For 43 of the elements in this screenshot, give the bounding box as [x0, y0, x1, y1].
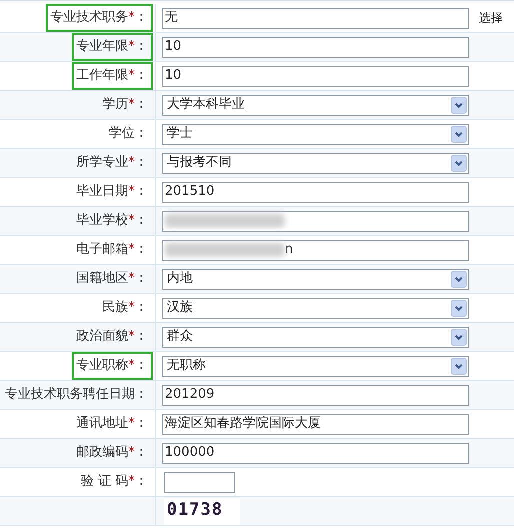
dropdown[interactable]: 大学本科毕业	[162, 94, 469, 116]
dropdown[interactable]: 无职称	[162, 356, 469, 376]
field-label: 工作年限*：	[72, 62, 153, 90]
chevron-down-icon	[451, 154, 467, 172]
field-label: 专业技术职务聘任日期：	[4, 386, 149, 404]
input-field[interactable]: 10	[162, 36, 469, 58]
chevron-down-icon	[451, 270, 467, 288]
field-label: 专业职称*：	[72, 352, 153, 380]
field-label: 毕业学校*：	[76, 212, 149, 230]
field-label: 毕业日期*：	[76, 183, 149, 202]
dropdown[interactable]: 与报考不同	[162, 152, 469, 174]
input-field[interactable]: 201209	[162, 384, 469, 406]
select-link[interactable]: 选择	[479, 9, 503, 27]
input-field[interactable]: 无	[162, 8, 469, 28]
chevron-down-icon	[451, 126, 467, 142]
input-field[interactable]: 海淀区知春路学院国际大厦	[162, 414, 469, 434]
field-label: 专业年限*：	[72, 33, 153, 61]
chevron-down-icon	[451, 328, 467, 346]
dropdown[interactable]: 内地	[162, 268, 469, 290]
dropdown[interactable]: 群众	[162, 326, 469, 348]
input-field[interactable]: n	[162, 240, 469, 260]
chevron-down-icon	[451, 96, 467, 114]
field-label: 政治面貌*：	[76, 328, 149, 346]
field-label: 民族*：	[102, 299, 149, 318]
field-label: 专业技术职务*：	[46, 4, 153, 32]
field-label: 邮政编码*：	[76, 444, 149, 462]
dropdown[interactable]: 汉族	[162, 298, 469, 318]
input-field[interactable]: 201510	[162, 182, 469, 202]
input-field[interactable]	[162, 210, 469, 232]
chevron-down-icon	[451, 300, 467, 316]
field-label: 通讯地址*：	[76, 415, 149, 434]
field-label: 验 证 码*：	[80, 473, 149, 492]
field-label: 所学专业*：	[76, 154, 149, 172]
field-label: 学历*：	[102, 96, 149, 114]
captcha-image: 01738	[164, 498, 240, 524]
dropdown[interactable]: 学士	[162, 124, 469, 144]
field-label: 学位：	[108, 125, 149, 144]
input-field[interactable]: 100000	[162, 442, 469, 464]
input-field[interactable]: 10	[162, 66, 469, 86]
input-field[interactable]	[164, 472, 235, 492]
chevron-down-icon	[451, 358, 467, 374]
field-label: 国籍地区*：	[76, 270, 149, 288]
field-label: 电子邮箱*：	[76, 241, 149, 260]
